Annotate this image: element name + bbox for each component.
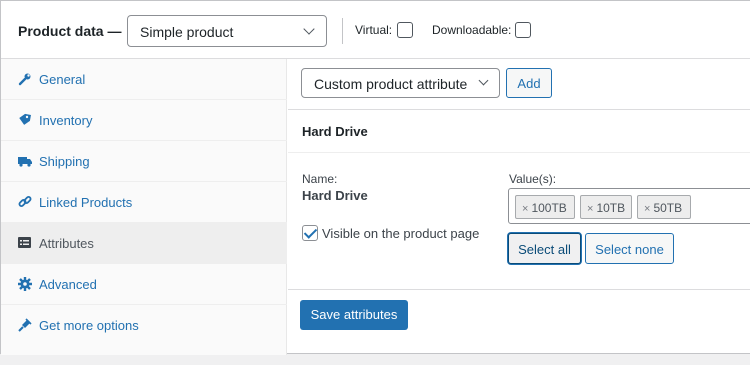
chevron-down-icon — [303, 23, 315, 35]
list-icon — [18, 237, 31, 248]
tab-advanced[interactable]: Advanced — [1, 264, 287, 305]
wrench-icon — [18, 73, 31, 86]
remove-chip-icon[interactable]: × — [587, 203, 593, 215]
link-icon — [18, 196, 32, 207]
attribute-taxonomy-select[interactable]: Custom product attribute — [301, 68, 500, 98]
attribute-name-value: Hard Drive — [302, 188, 368, 203]
remove-chip-icon[interactable]: × — [522, 203, 528, 215]
tab-linked-products[interactable]: Linked Products — [1, 182, 287, 223]
attribute-box: Hard Drive Name: Hard Drive Visible on t… — [288, 109, 750, 290]
tab-shipping[interactable]: Shipping — [1, 141, 287, 182]
chevron-down-icon — [478, 75, 489, 86]
product-type-select[interactable]: Simple product — [127, 15, 327, 47]
tab-inventory[interactable]: Inventory — [1, 100, 287, 141]
attribute-name-label: Name: — [302, 172, 338, 186]
value-chip[interactable]: × 10TB — [580, 195, 632, 219]
value-chip-label: 50TB — [653, 201, 683, 215]
value-chip[interactable]: × 50TB — [637, 195, 691, 219]
tab-attributes[interactable]: Attributes — [1, 223, 287, 264]
attribute-values-label: Value(s): — [509, 172, 557, 186]
attribute-title: Hard Drive — [302, 124, 368, 139]
gear-icon — [18, 277, 32, 291]
select-all-button[interactable]: Select all — [508, 233, 581, 264]
product-data-panel: Product data — Simple product Virtual: D… — [0, 0, 750, 355]
downloadable-label: Downloadable: — [432, 23, 512, 37]
tab-general-label: General — [39, 72, 86, 87]
product-data-header: Product data — Simple product Virtual: D… — [1, 1, 750, 59]
attribute-header[interactable]: Hard Drive — [288, 110, 750, 153]
value-chip-label: 100TB — [531, 201, 567, 215]
virtual-checkbox[interactable] — [397, 22, 413, 38]
tab-get-more-options-label: Get more options — [39, 318, 139, 333]
virtual-label: Virtual: — [355, 23, 393, 37]
tab-get-more-options[interactable]: Get more options — [1, 305, 287, 346]
attribute-values-field[interactable]: × 100TB × 10TB × 50TB — [508, 188, 750, 224]
attribute-taxonomy-value: Custom product attribute — [314, 76, 468, 92]
downloadable-checkbox[interactable] — [515, 22, 531, 38]
plugin-icon — [18, 318, 32, 332]
truck-icon — [18, 157, 32, 167]
header-divider — [342, 18, 343, 44]
product-type-value: Simple product — [140, 24, 234, 40]
save-attributes-button[interactable]: Save attributes — [300, 300, 408, 330]
tag-icon — [19, 113, 31, 125]
tab-attributes-label: Attributes — [39, 236, 94, 251]
product-data-title: Product data — — [18, 23, 122, 39]
visible-on-product-page-checkbox[interactable] — [302, 225, 318, 241]
value-chip-label: 10TB — [596, 201, 626, 215]
value-chip[interactable]: × 100TB — [515, 195, 575, 219]
product-data-tabs: General Inventory Shipping Linked Produc… — [1, 59, 287, 355]
tab-advanced-label: Advanced — [39, 277, 97, 292]
tab-linked-products-label: Linked Products — [39, 195, 133, 210]
tab-shipping-label: Shipping — [39, 154, 90, 169]
visible-on-product-page-label: Visible on the product page — [322, 226, 480, 241]
add-attribute-button[interactable]: Add — [506, 68, 552, 98]
tab-inventory-label: Inventory — [39, 113, 93, 128]
tab-general[interactable]: General — [1, 59, 287, 100]
select-none-button[interactable]: Select none — [585, 233, 674, 264]
remove-chip-icon[interactable]: × — [644, 203, 650, 215]
